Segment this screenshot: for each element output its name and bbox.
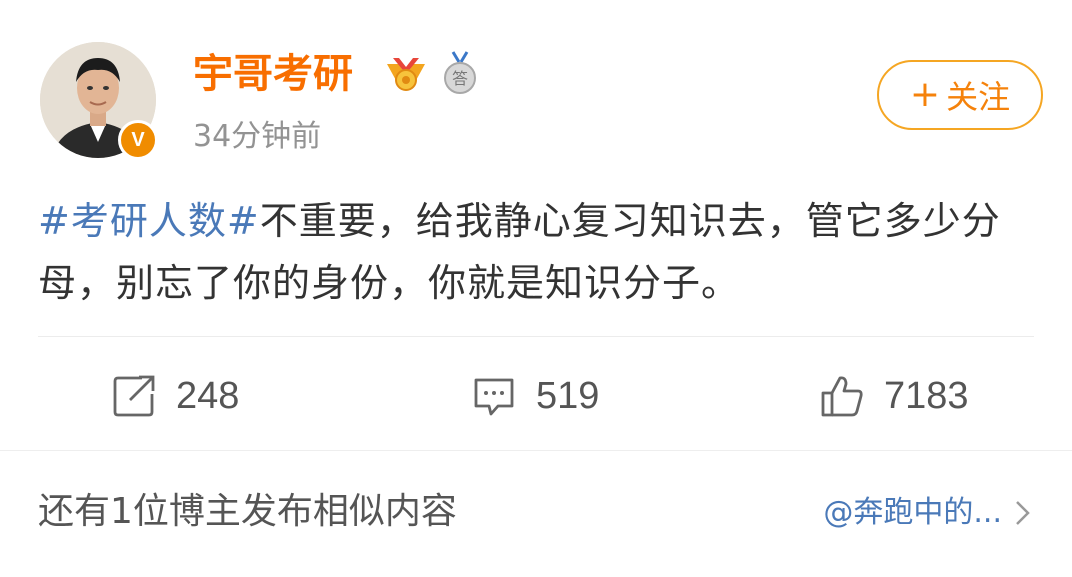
like-count: 7183 — [884, 374, 969, 417]
medal-icon[interactable] — [383, 54, 429, 94]
comment-button[interactable]: 519 — [472, 366, 599, 426]
follow-label: 关注 — [946, 78, 1011, 116]
thumbs-up-icon — [821, 376, 863, 417]
post-time: 34分钟前 — [193, 119, 322, 154]
comment-count: 519 — [536, 374, 600, 417]
like-button[interactable]: 7183 — [820, 366, 969, 426]
verified-badge-icon: V — [118, 120, 158, 160]
topic-hashtag-link[interactable]: #考研人数# — [38, 199, 260, 243]
post-content: #考研人数#不重要，给我静心复习知识去，管它多少分母，别忘了你的身份，你就是知识… — [38, 190, 1048, 314]
similar-author-link[interactable]: @奔跑中的... — [823, 492, 1034, 534]
similar-content-text: 还有1位博主发布相似内容 — [38, 491, 457, 532]
repost-icon — [113, 375, 155, 417]
plus-icon: + — [909, 74, 941, 115]
author-name[interactable]: 宇哥考研 — [193, 48, 353, 100]
divider — [38, 336, 1034, 337]
repost-button[interactable]: 248 — [112, 366, 239, 426]
chevron-right-icon — [1016, 501, 1030, 525]
verified-badge-label: V — [131, 128, 145, 151]
weibo-post-card: V 宇哥考研 答 34分钟前 + 关注 #考研人数#不重要，给我静心复习知识去，… — [0, 0, 1072, 450]
comment-icon — [474, 378, 514, 416]
similar-author-label: @奔跑中的... — [823, 495, 1002, 530]
answer-badge-label: 答 — [452, 69, 468, 88]
answer-badge-icon[interactable]: 答 — [440, 50, 480, 96]
repost-count: 248 — [176, 374, 240, 417]
follow-button[interactable]: + 关注 — [877, 60, 1043, 130]
